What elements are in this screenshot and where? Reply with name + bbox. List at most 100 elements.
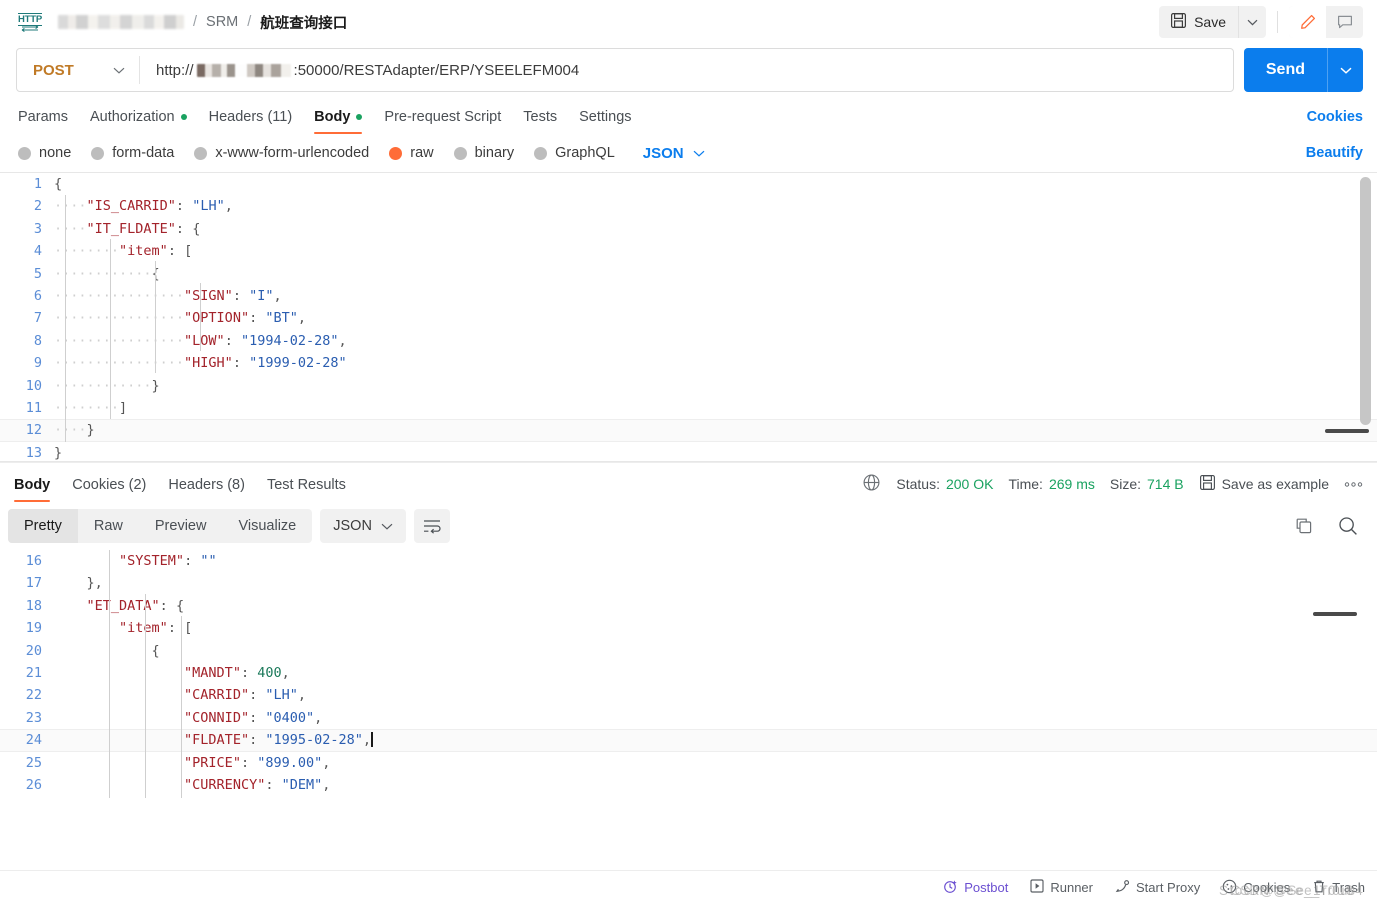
save-dropdown-button[interactable]	[1238, 6, 1266, 38]
code-line[interactable]: 22 "CARRID": "LH",	[0, 684, 1377, 706]
method-selector[interactable]: POST	[17, 49, 139, 91]
code-line[interactable]: 18 "ET_DATA": {	[0, 595, 1377, 617]
code-line[interactable]: 7 ················"OPTION": "BT",	[0, 307, 1377, 329]
request-body-editor[interactable]: 1{2 ····"IS_CARRID": "LH", 3 ····"IT_FLDATE…	[0, 172, 1377, 462]
body-type-graphql[interactable]: GraphQL	[534, 145, 615, 161]
line-number: 8	[33, 332, 42, 349]
cookies-link[interactable]: Cookies	[1307, 109, 1363, 134]
code-line[interactable]: 6 ················"SIGN": "I",	[0, 285, 1377, 307]
method-label: POST	[33, 61, 74, 79]
word-wrap-icon[interactable]	[413, 509, 450, 543]
tab-headers[interactable]: Headers (11)	[198, 109, 304, 134]
code-line[interactable]: 25 "PRICE": "899.00",	[0, 752, 1377, 774]
trash-label: Trash	[1332, 880, 1365, 895]
line-number: 26	[25, 776, 42, 793]
tab-params[interactable]: Params	[16, 109, 79, 134]
request-editor-scroll-marker	[1325, 429, 1369, 433]
response-view-raw[interactable]: Raw	[78, 509, 139, 543]
response-toolbar: Pretty Raw Preview Visualize JSON	[0, 502, 1377, 550]
code-line[interactable]: 17 },	[0, 572, 1377, 594]
code-line[interactable]: 3 ····"IT_FLDATE": {	[0, 218, 1377, 240]
comment-icon[interactable]	[1326, 6, 1363, 38]
tab-authorization[interactable]: Authorization	[79, 109, 198, 134]
response-editor-scroll-marker	[1313, 612, 1357, 616]
postbot-button[interactable]: Postbot	[943, 879, 1008, 897]
response-tab-cookies[interactable]: Cookies (2)	[61, 477, 157, 502]
breadcrumb-current-request: 航班查询接口	[260, 15, 348, 32]
size-value: 714 B	[1147, 476, 1184, 492]
code-line[interactable]: 11 ········]	[0, 397, 1377, 419]
code-line[interactable]: 1{	[0, 173, 1377, 195]
body-type-binary[interactable]: binary	[453, 145, 514, 161]
code-line[interactable]: 2 ····"IS_CARRID": "LH",	[0, 195, 1377, 217]
send-button[interactable]: Send	[1244, 48, 1327, 92]
body-type-raw[interactable]: raw	[389, 145, 434, 161]
line-number: 9	[33, 355, 42, 372]
code-line[interactable]: 8 ················"LOW": "1994-02-28",	[0, 330, 1377, 352]
body-format-selector[interactable]: JSON	[643, 145, 705, 162]
code-line[interactable]: 10 ············}	[0, 375, 1377, 397]
cookies-button[interactable]: Cookies	[1222, 879, 1290, 897]
code-line[interactable]: 4 ········"item": [	[0, 240, 1377, 262]
code-line[interactable]: 13}	[0, 442, 1377, 461]
response-tab-headers[interactable]: Headers (8)	[157, 477, 256, 502]
pencil-icon[interactable]	[1289, 6, 1326, 38]
runner-button[interactable]: Runner	[1030, 879, 1093, 896]
code-line[interactable]: 21 "MANDT": 400,	[0, 662, 1377, 684]
ellipsis-icon[interactable]	[1344, 481, 1363, 488]
line-text: "CONNID": "0400",	[184, 709, 323, 726]
url-input[interactable]: http://:50000/RESTAdapter/ERP/YSEELEFM00…	[140, 62, 1233, 79]
response-tabs: Body Cookies (2) Headers (8) Test Result…	[0, 462, 1377, 502]
proxy-icon	[1115, 879, 1130, 896]
body-format-label: JSON	[642, 144, 684, 162]
save-as-example-button[interactable]: Save as example	[1199, 474, 1329, 494]
code-line[interactable]: 5 ············{	[0, 263, 1377, 285]
request-editor-scrollbar[interactable]	[1360, 177, 1371, 425]
line-number: 3	[33, 220, 42, 237]
code-line[interactable]: 9 ················"HIGH": "1999-02-28"	[0, 352, 1377, 374]
response-tab-body[interactable]: Body	[3, 477, 61, 502]
tab-pre-request-script[interactable]: Pre-request Script	[373, 109, 512, 134]
line-text: "item": [	[119, 620, 193, 637]
code-line[interactable]: 20 {	[0, 640, 1377, 662]
code-line[interactable]: 23 "CONNID": "0400",	[0, 707, 1377, 729]
code-line[interactable]: 24 "FLDATE": "1995-02-28",	[0, 729, 1377, 752]
response-tab-test-results[interactable]: Test Results	[256, 477, 357, 502]
radio-icon	[534, 146, 548, 160]
response-format-label: JSON	[333, 518, 372, 534]
tab-tests[interactable]: Tests	[512, 109, 568, 134]
code-line[interactable]: 19 "item": [	[0, 617, 1377, 639]
breadcrumb-workspace-redacted[interactable]	[58, 15, 184, 29]
response-view-pretty[interactable]: Pretty	[8, 509, 78, 543]
code-line[interactable]: 26 "CURRENCY": "DEM",	[0, 774, 1377, 796]
trash-button[interactable]: Trash	[1312, 879, 1365, 897]
save-button[interactable]: Save	[1159, 6, 1238, 38]
indent-guide	[65, 195, 66, 442]
tab-label: Body	[314, 109, 351, 125]
breadcrumb-collection[interactable]: SRM	[206, 14, 238, 30]
indent-guide	[145, 594, 146, 798]
line-text: "ET_DATA": {	[86, 597, 185, 614]
tab-settings[interactable]: Settings	[568, 109, 642, 134]
code-line[interactable]: 16 "SYSTEM": ""	[0, 550, 1377, 572]
send-dropdown-button[interactable]	[1327, 48, 1363, 92]
response-view-preview[interactable]: Preview	[139, 509, 223, 543]
code-line[interactable]: 12 ····}	[0, 419, 1377, 442]
response-view-visualize[interactable]: Visualize	[222, 509, 312, 543]
status-bar: Postbot Runner Start Proxy Cookies Trash…	[0, 870, 1377, 904]
text-cursor	[371, 732, 373, 748]
status-dot	[180, 114, 187, 120]
response-format-selector[interactable]: JSON	[320, 509, 406, 543]
copy-icon[interactable]	[1289, 511, 1319, 541]
start-proxy-button[interactable]: Start Proxy	[1115, 879, 1200, 896]
tab-body[interactable]: Body	[303, 109, 373, 134]
body-type-none[interactable]: none	[18, 145, 71, 161]
body-type-form-data[interactable]: form-data	[91, 145, 174, 161]
line-number: 23	[25, 709, 42, 726]
send-group: Send	[1243, 48, 1363, 92]
search-icon[interactable]	[1333, 511, 1363, 541]
body-type-x-www-form-urlencoded[interactable]: x-www-form-urlencoded	[194, 145, 369, 161]
beautify-link[interactable]: Beautify	[1306, 145, 1363, 161]
response-body-editor[interactable]: 16 "SYSTEM": "" 17 }, 18 "ET_DATA": {19 "i…	[0, 550, 1377, 870]
globe-icon[interactable]	[862, 473, 881, 495]
